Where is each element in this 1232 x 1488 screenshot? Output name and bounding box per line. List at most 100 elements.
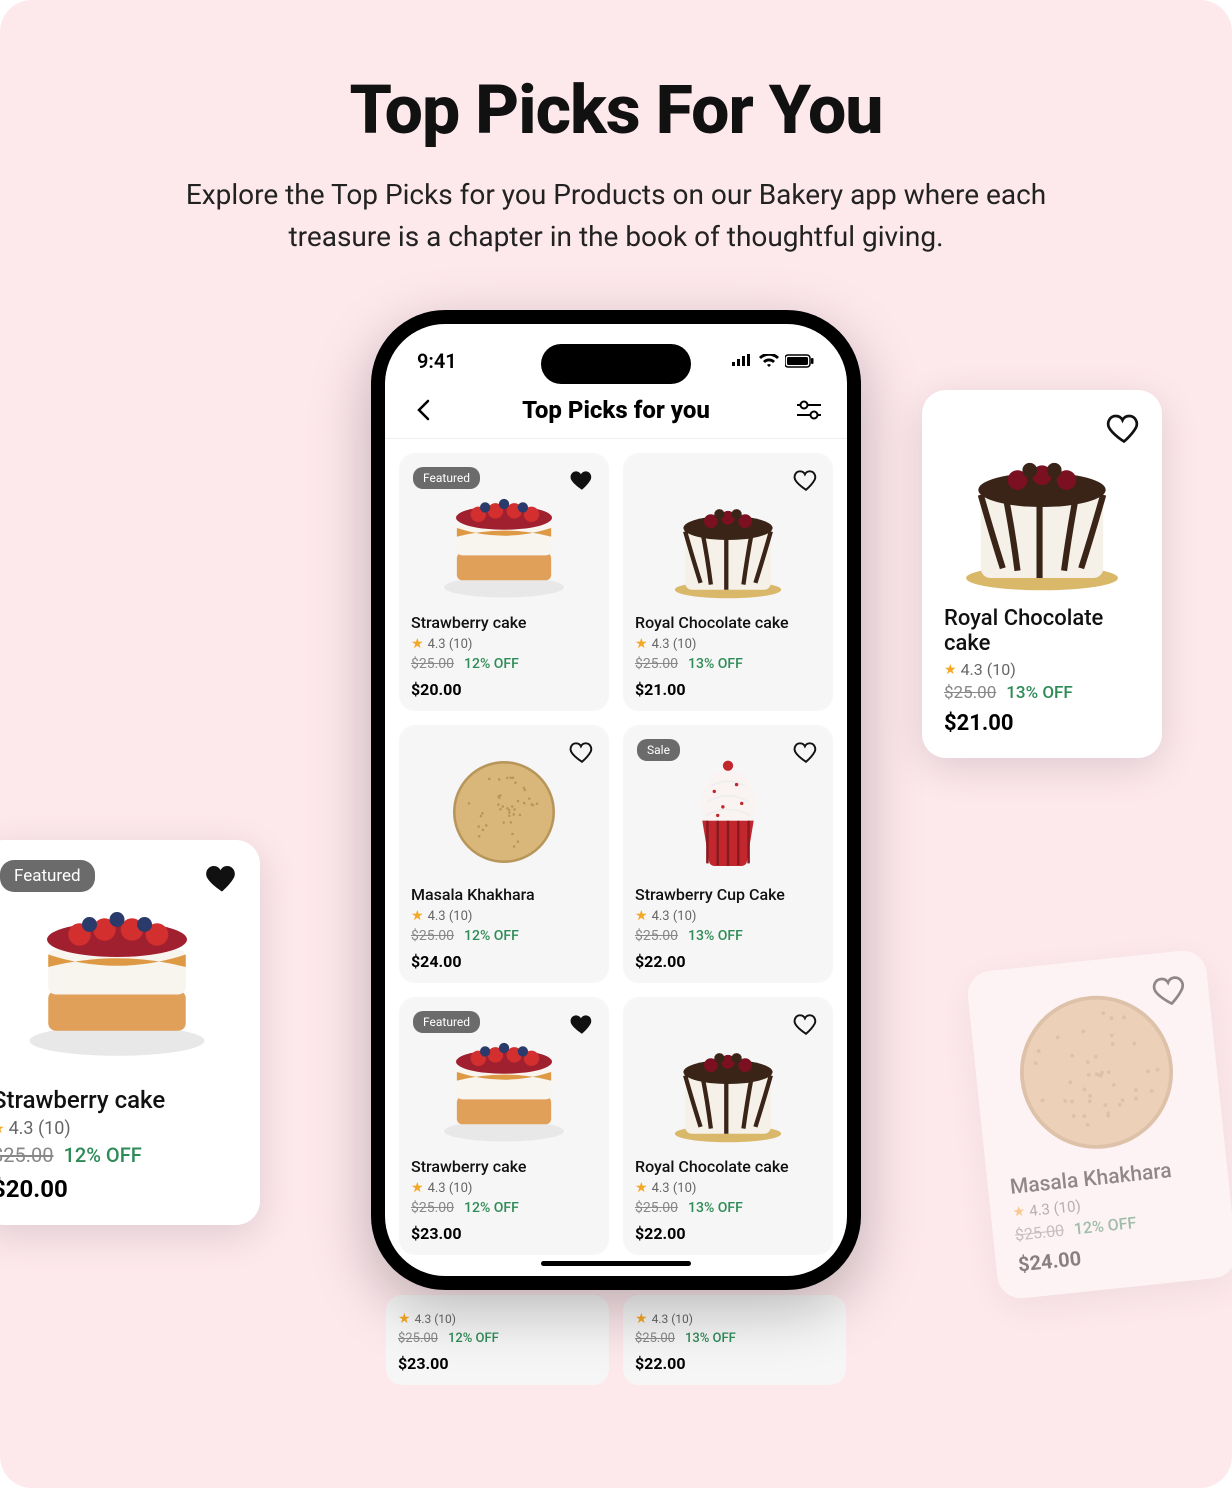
product-name: Royal Chocolate cake xyxy=(944,606,1140,656)
star-icon: ★ xyxy=(944,662,957,678)
old-price: $25.00 xyxy=(1014,1221,1065,1245)
discount-label: 13% OFF xyxy=(685,1331,736,1346)
product-image xyxy=(991,982,1203,1162)
old-price: $25.00 xyxy=(944,683,996,703)
product-rating: ★4.3 (10) xyxy=(635,636,821,652)
product-image xyxy=(411,475,597,605)
star-icon: ★ xyxy=(635,1311,648,1327)
star-icon: ★ xyxy=(1012,1204,1026,1221)
discount-label: 13% OFF xyxy=(688,1200,743,1216)
favorite-button[interactable] xyxy=(793,1011,819,1037)
screen-title: Top Picks for you xyxy=(522,396,710,424)
product-image xyxy=(0,872,242,1072)
discount-label: 12% OFF xyxy=(464,656,519,672)
product-name: Strawberry cake xyxy=(0,1086,242,1114)
status-icons xyxy=(731,354,815,368)
float-card-strawberry[interactable]: Featured Strawberry cake ★4.3 (10) $25.0… xyxy=(0,840,260,1225)
products-card[interactable]: Masala Khakhara ★4.3 (10) $25.0012% OFF … xyxy=(399,725,609,983)
favorite-button[interactable] xyxy=(569,1011,595,1037)
products-card[interactable]: Sale Strawberry Cup Cake ★4.3 (10) $25.0… xyxy=(623,725,833,983)
float-card-royal[interactable]: Royal Chocolate cake ★4.3 (10) $25.00 13%… xyxy=(922,390,1162,758)
product-image xyxy=(411,1019,597,1149)
favorite-button[interactable] xyxy=(204,860,240,896)
product-name: Royal Chocolate cake xyxy=(635,613,821,632)
product-rating: ★4.3 (10) xyxy=(398,1311,597,1327)
old-price: $25.00 xyxy=(411,928,454,944)
star-icon: ★ xyxy=(398,1311,411,1327)
product-price: $22.00 xyxy=(635,952,821,971)
favorite-button[interactable] xyxy=(569,739,595,765)
product-price: $24.00 xyxy=(411,952,597,971)
discount-label: 12% OFF xyxy=(464,928,519,944)
old-price: $25.00 xyxy=(411,656,454,672)
favorite-button[interactable] xyxy=(1151,970,1191,1010)
float-card-khakhara: Masala Khakhara ★4.3 (10) $25.0012% OFF … xyxy=(965,948,1232,1300)
phone-screen: 9:41 Top Picks for you Featured xyxy=(385,324,847,1276)
product-price: $20.00 xyxy=(0,1175,242,1203)
favorite-button[interactable] xyxy=(569,467,595,493)
product-price: $23.00 xyxy=(398,1354,597,1373)
status-time: 9:41 xyxy=(417,349,457,373)
products-badge: Featured xyxy=(413,467,480,489)
back-button[interactable] xyxy=(409,396,437,424)
old-price: $25.00 xyxy=(635,928,678,944)
star-icon: ★ xyxy=(411,636,424,652)
old-price: $25.00 xyxy=(411,1200,454,1216)
product-name: Strawberry Cup Cake xyxy=(635,885,821,904)
old-price: $25.00 xyxy=(0,1143,53,1167)
product-price: $22.00 xyxy=(635,1224,821,1243)
product-rating: ★4.3 (10) xyxy=(635,1180,821,1196)
product-price: $21.00 xyxy=(944,711,1140,736)
product-price: $23.00 xyxy=(411,1224,597,1243)
discount-label: 12% OFF xyxy=(464,1200,519,1216)
product-image xyxy=(635,1019,821,1149)
product-price: $20.00 xyxy=(411,680,597,699)
products-badge: Sale xyxy=(637,739,680,761)
products-badge: Featured xyxy=(413,1011,480,1033)
star-icon: ★ xyxy=(635,908,648,924)
discount-label: 12% OFF xyxy=(63,1143,141,1167)
old-price: $25.00 xyxy=(635,1200,678,1216)
products-card[interactable]: Royal Chocolate cake ★4.3 (10) $25.00 13%… xyxy=(623,997,833,1255)
page-title: Top Picks For You xyxy=(0,70,1232,150)
products-card[interactable]: Royal Chocolate cake ★4.3 (10) $25.0013%… xyxy=(623,453,833,711)
float-badge: Featured xyxy=(0,860,95,892)
favorite-button[interactable] xyxy=(793,467,819,493)
products-card[interactable]: Featured Strawberry cake ★4.3 (10) $25.0… xyxy=(399,453,609,711)
product-name: Masala Khakhara xyxy=(411,885,597,904)
notch xyxy=(541,344,691,384)
product-name: Strawberry cake xyxy=(411,613,597,632)
behind-card: ★4.3 (10) $25.0012% OFF $23.00 xyxy=(386,1295,609,1385)
star-icon: ★ xyxy=(411,908,424,924)
discount-label: 13% OFF xyxy=(1006,683,1073,703)
page-subtitle: Explore the Top Picks for you Products o… xyxy=(181,174,1051,258)
product-price: $21.00 xyxy=(635,680,821,699)
discount-label: 12% OFF xyxy=(1073,1213,1137,1238)
star-icon: ★ xyxy=(0,1121,5,1137)
product-image xyxy=(635,475,821,605)
product-rating: ★4.3 (10) xyxy=(635,1311,834,1327)
product-name: Royal Chocolate cake xyxy=(635,1157,821,1176)
product-price: $22.00 xyxy=(635,1354,834,1373)
star-icon: ★ xyxy=(635,1180,648,1196)
discount-label: 12% OFF xyxy=(448,1331,499,1346)
filter-button[interactable] xyxy=(795,396,823,424)
old-price: $25.00 xyxy=(635,656,678,672)
product-name: Strawberry cake xyxy=(411,1157,597,1176)
favorite-button[interactable] xyxy=(1106,410,1142,446)
discount-label: 13% OFF xyxy=(688,928,743,944)
favorite-button[interactable] xyxy=(793,739,819,765)
product-image xyxy=(635,747,821,877)
product-image xyxy=(411,747,597,877)
star-icon: ★ xyxy=(411,1180,424,1196)
product-rating: ★4.3 (10) xyxy=(944,660,1140,679)
phone-frame: 9:41 Top Picks for you Featured xyxy=(371,310,861,1290)
products-card[interactable]: Featured Strawberry cake ★4.3 (10) $25.0… xyxy=(399,997,609,1255)
product-rating: ★4.3 (10) xyxy=(0,1118,242,1139)
home-indicator[interactable] xyxy=(541,1261,691,1266)
old-price: $25.00 xyxy=(635,1331,675,1346)
star-icon: ★ xyxy=(635,636,648,652)
behind-card: ★4.3 (10) $25.00 13% OFF $22.00 xyxy=(623,1295,846,1385)
product-image xyxy=(944,422,1140,592)
product-rating: ★4.3 (10) xyxy=(411,636,597,652)
